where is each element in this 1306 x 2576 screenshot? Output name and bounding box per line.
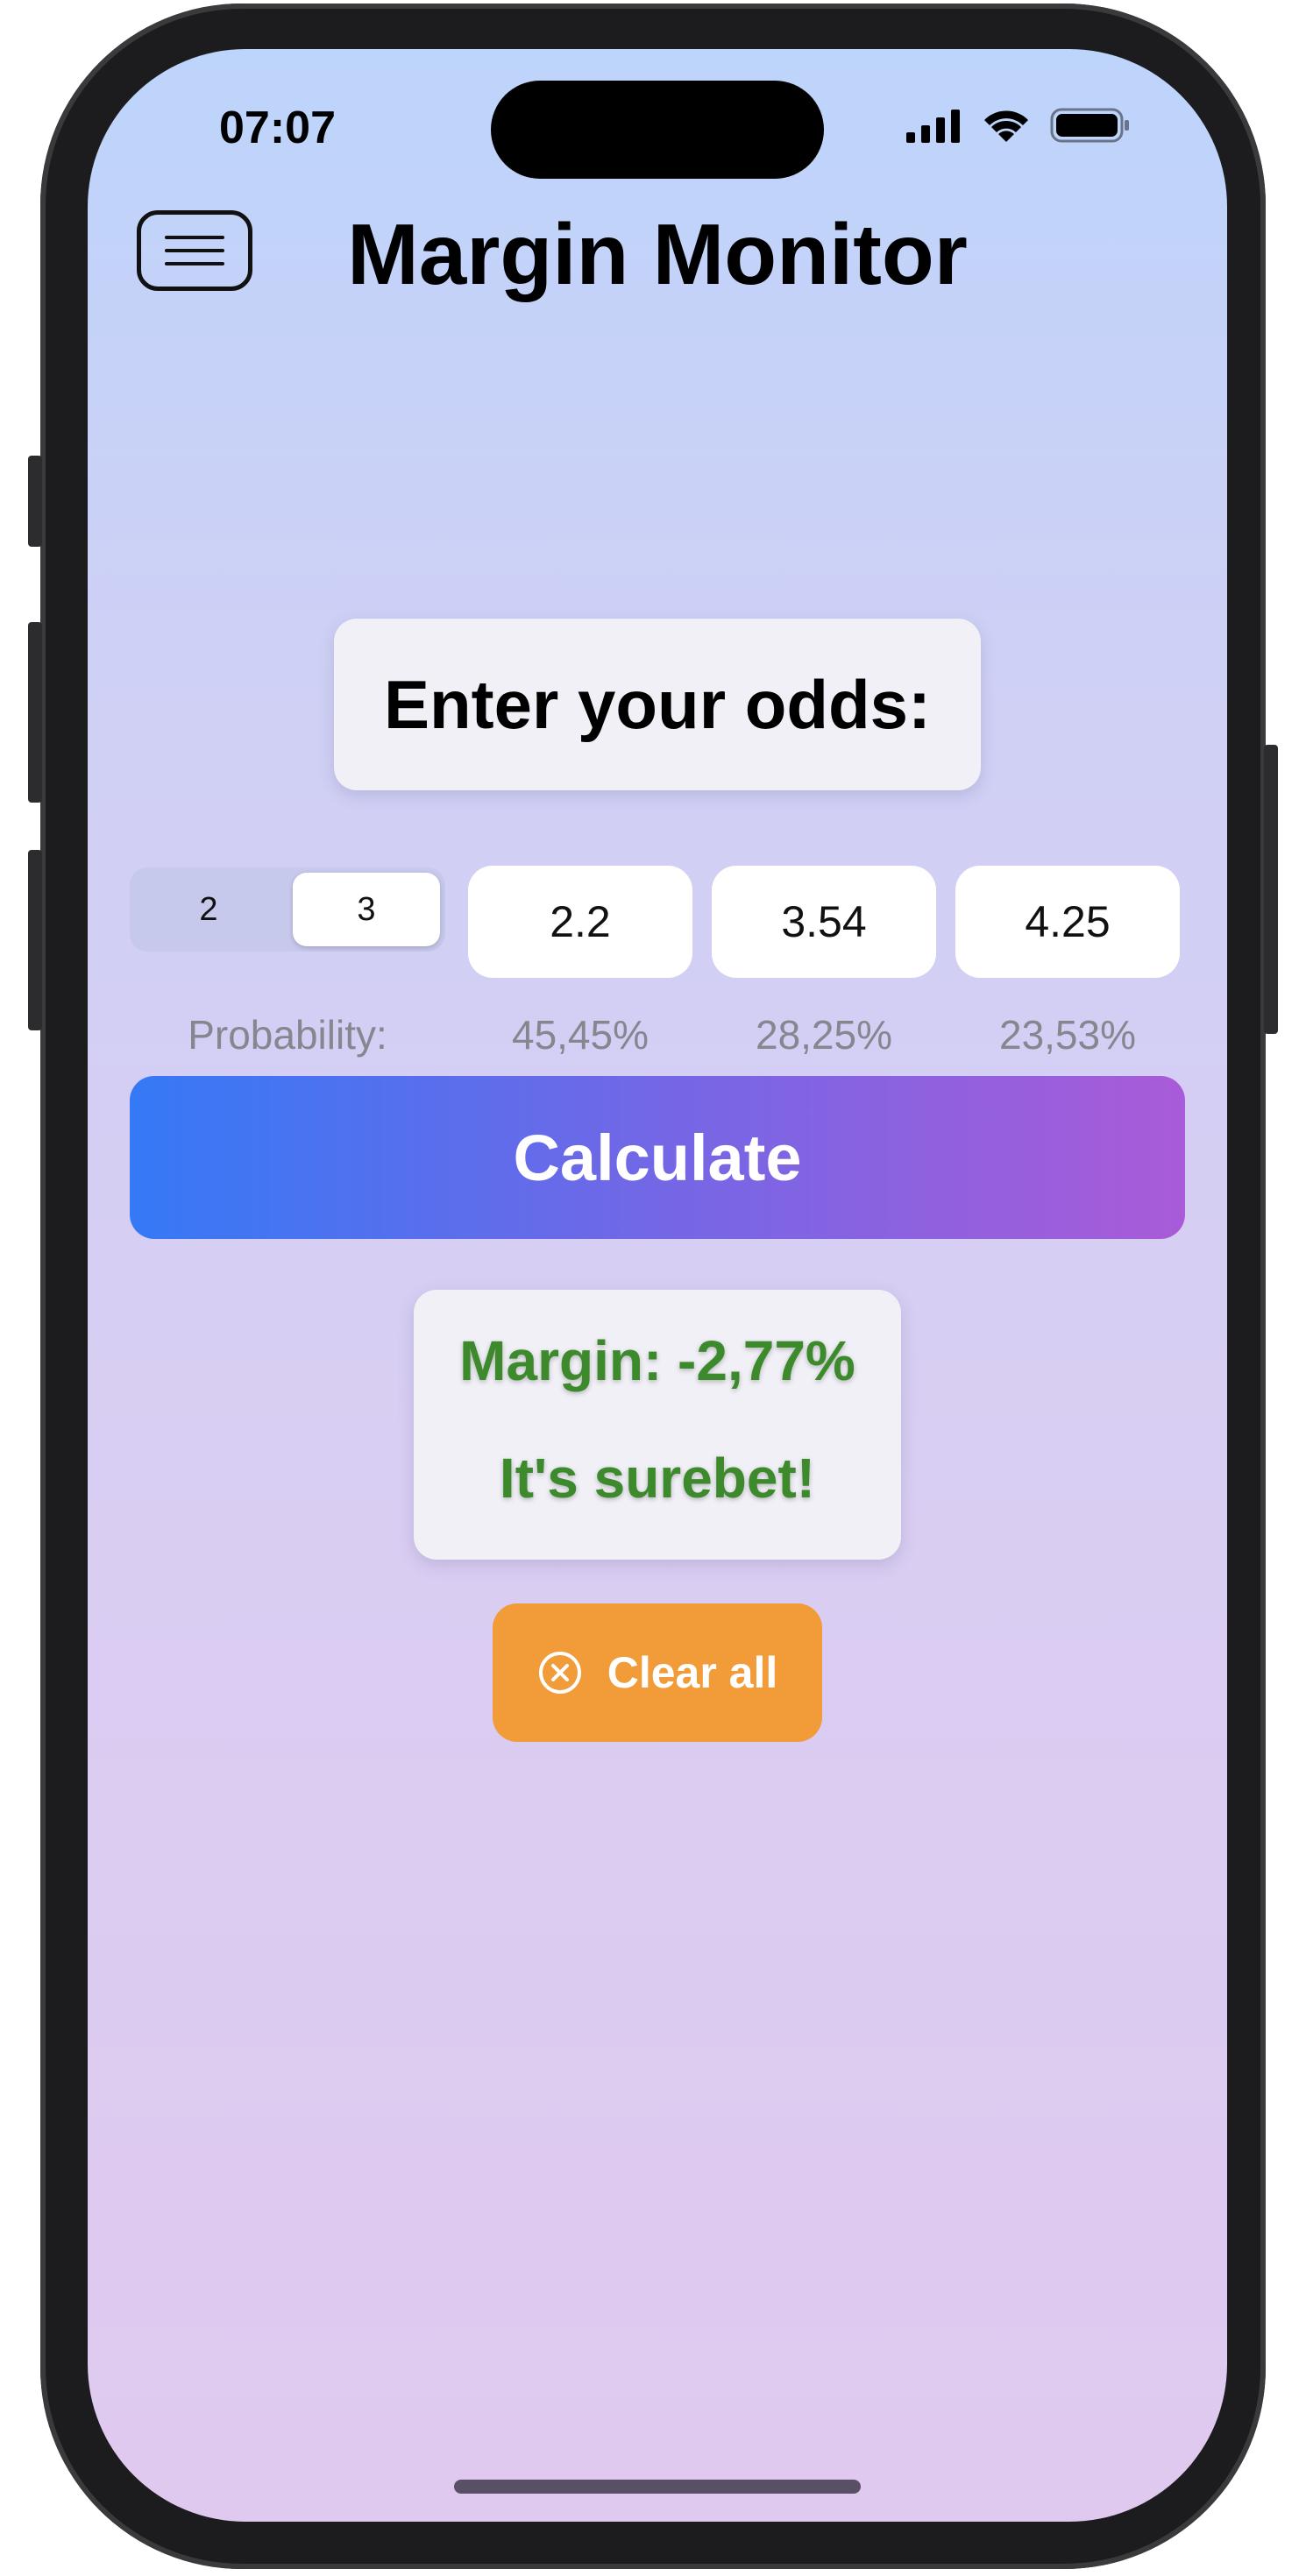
dynamic-island — [491, 81, 824, 179]
cellular-signal-icon — [906, 110, 960, 143]
home-indicator[interactable] — [454, 2480, 861, 2494]
odds-input-3[interactable] — [955, 866, 1180, 978]
probability-value-1: 45,45% — [511, 1012, 649, 1058]
volume-up-button — [28, 622, 42, 803]
power-button — [1264, 745, 1278, 1034]
clear-all-label: Clear all — [607, 1648, 778, 1697]
battery-icon — [1050, 108, 1129, 143]
odds-prompt-label: Enter your odds: — [383, 665, 932, 743]
status-icons — [906, 107, 1131, 144]
odds-input-1[interactable] — [468, 866, 692, 978]
odds-input-2[interactable] — [712, 866, 936, 978]
app-title: Margin Monitor — [347, 206, 968, 302]
calculate-button-label: Calculate — [513, 1121, 802, 1194]
wifi-icon — [984, 110, 1028, 142]
volume-down-button — [28, 850, 42, 1030]
margin-result: Margin: -2,77% — [459, 1329, 855, 1392]
result-card: Margin: -2,77% It's surebet! — [414, 1290, 901, 1560]
segment-option-3[interactable]: 3 — [293, 873, 440, 946]
surebet-verdict: It's surebet! — [499, 1447, 816, 1510]
calculate-button[interactable]: Calculate — [130, 1076, 1185, 1239]
segment-option-2[interactable]: 2 — [135, 873, 282, 946]
app-screen: 07:07 Margin Monitor Enter your odds: 2 … — [88, 49, 1227, 2522]
clear-all-button[interactable]: Clear all — [493, 1603, 822, 1742]
x-circle-icon — [538, 1652, 581, 1694]
probability-value-3: 23,53% — [998, 1012, 1136, 1058]
probability-value-2: 28,25% — [755, 1012, 892, 1058]
odds-prompt-card: Enter your odds: — [334, 619, 981, 790]
probability-label: Probability: — [188, 1012, 387, 1058]
action-button — [28, 456, 42, 547]
outcomes-segmented-control[interactable]: 2 3 — [130, 867, 445, 952]
status-time: 07:07 — [219, 103, 336, 153]
